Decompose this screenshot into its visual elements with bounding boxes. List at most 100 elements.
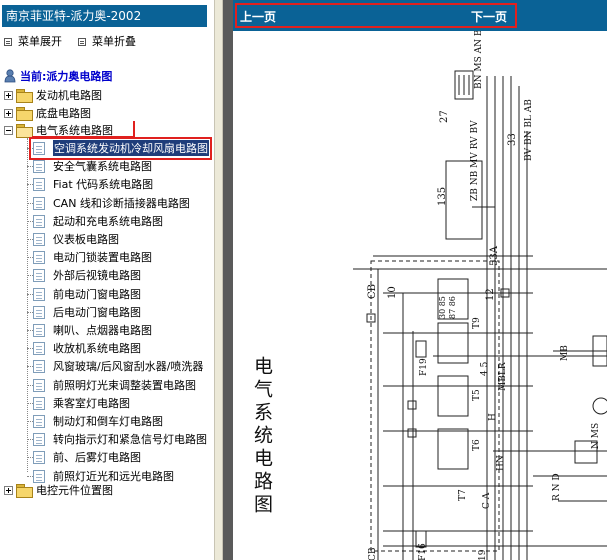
tree-leaf-label: 前电动门窗电路图 [53,288,141,301]
label-10: 10 [387,286,398,299]
app-title: 南京菲亚特-派力奥-2002 [6,9,142,23]
label-relay-top: 30 85 [438,296,447,319]
tree-leaf-item[interactable]: 外部后视镜电路图 [27,267,141,283]
tree-leaf-item[interactable]: 前电动门窗电路图 [27,286,141,302]
label-33: 33 [507,133,518,146]
label-rnd: R N D [552,473,562,501]
collapse-toggle-icon[interactable] [4,125,13,135]
document-icon [33,287,45,301]
menu-expand-button[interactable]: 菜单展开 [4,35,62,49]
tree-leaf-label: 起动和充电系统电路图 [53,215,163,228]
page-nav-bar: 上一页 下一页 [233,0,607,31]
tree-leaf-label: 仪表板电路图 [53,233,119,246]
label-t7: T7 [458,489,468,501]
menu-collapse-button[interactable]: 菜单折叠 [78,35,136,49]
tree-leaf-item[interactable]: 喇叭、点烟器电路图 [27,322,152,338]
document-icon [33,305,45,319]
relay-t6 [437,375,469,417]
wiring-diagram: 27 BN MS AN BL AB 33 BV BN BL AB 135 ZB … [353,7,607,560]
expand-toggle-icon[interactable] [4,485,13,495]
tree-node-label: 发动机电路图 [36,89,102,102]
document-icon [33,450,45,464]
document-icon [33,268,45,282]
label-wires-mid: ZB NB MV RV BV [470,120,480,201]
menu-collapse-label: 菜单折叠 [92,35,136,48]
tree-leaf-item[interactable]: Fiat 代码系统电路图 [27,176,154,192]
tree-leaf-item[interactable]: 前照明灯光束调整装置电路图 [27,377,196,393]
tree-leaf-item[interactable]: 风窗玻璃/后风窗刮水器/喷洗器 [27,358,204,374]
tree-node-controls[interactable]: 电控元件位置图 [4,482,113,498]
open-folder-icon [16,124,33,138]
tree-leaf-label: 收放机系统电路图 [53,342,141,355]
folder-icon [16,484,33,498]
tree-leaf-item[interactable]: 后电动门窗电路图 [27,304,141,320]
page-gutter [223,0,233,560]
tree-leaf-item[interactable]: 乘客室灯电路图 [27,395,130,411]
tree-root[interactable]: 当前:派力奥电路图 [4,68,112,84]
label-top-wires: BN MS AN BL AB [474,31,484,89]
label-relay-bot: 87 86 [448,296,457,319]
expand-toggle-icon[interactable] [4,108,13,118]
label-mb: MB [560,345,570,361]
label-mblr: MBLR [498,362,508,391]
tree-leaf-item[interactable]: 仪表板电路图 [27,231,119,247]
document-icon [33,250,45,264]
tree-leaf-label: 安全气囊系统电路图 [53,160,152,173]
tree-root-label: 当前:派力奥电路图 [20,70,113,83]
label-f16: F16 [418,543,428,560]
label-12: 12 [485,288,496,301]
tree-leaf-label: 外部后视镜电路图 [53,269,141,282]
expand-icon [4,38,12,46]
document-icon [33,341,45,355]
label-45: 4 5 [480,361,490,376]
label-wires-33: BV BN BL AB [524,99,534,161]
tree-leaf-label: 乘客室灯电路图 [53,397,130,410]
next-page-link[interactable]: 下一页 [471,8,507,25]
tree-leaf-label: CAN 线和诊断插接器电路图 [53,197,190,210]
tree-leaf-label: 制动灯和倒车灯电路图 [53,415,163,428]
ground-marker [407,428,417,438]
diagram-page: 电气系统电路图 27 BN MS AN BL AB 33 BV BN BL AB… [233,7,607,560]
menu-expand-label: 菜单展开 [18,35,62,48]
document-icon [33,378,45,392]
tree-leaf-label: 后电动门窗电路图 [53,306,141,319]
label-h: H [488,413,498,421]
relay-t7 [437,428,469,470]
tree-leaf-label: 前、后雾灯电路图 [53,451,141,464]
tree-leaf-label: 电动门锁装置电路图 [53,251,152,264]
tree-leaf-item[interactable]: 电动门锁装置电路图 [27,249,152,265]
tree-node-label: 底盘电路图 [36,107,91,120]
tree-node-chassis[interactable]: 底盘电路图 [4,105,91,121]
tree-leaf-item[interactable]: 起动和充电系统电路图 [27,213,163,229]
label-19: 19 [478,549,488,560]
tree-leaf-label: Fiat 代码系统电路图 [53,178,154,191]
tree-node-engine[interactable]: 发动机电路图 [4,87,102,103]
tree-leaf-item[interactable]: 转向指示灯和紧急信号灯电路图 [27,431,207,447]
tree-leaf-item[interactable]: 收放机系统电路图 [27,340,141,356]
document-icon [33,177,45,191]
label-t9: T9 [472,317,482,329]
prev-page-link[interactable]: 上一页 [240,8,276,25]
label-ca: C A [482,492,492,509]
content-pane: 上一页 下一页 电气系统电路图 27 BN MS AN BL AB 33 BV … [233,0,607,560]
document-icon [33,159,45,173]
tree-leaf-label: 前照明灯光束调整装置电路图 [53,379,196,392]
tree-leaf-item[interactable]: 安全气囊系统电路图 [27,158,152,174]
tree-leaf-item[interactable]: 前、后雾灯电路图 [27,449,141,465]
expand-toggle-icon[interactable] [4,90,13,100]
document-icon [33,232,45,246]
label-135: 135 [437,187,448,206]
pane-splitter[interactable] [214,0,223,560]
relay-t5 [437,322,469,364]
tree-leaf-label: 转向指示灯和紧急信号灯电路图 [53,433,207,446]
tree-leaf-item[interactable]: CAN 线和诊断插接器电路图 [27,195,190,211]
tree-leaf-label: 喇叭、点烟器电路图 [53,324,152,337]
fuse-f19 [415,340,427,358]
label-f19: F19 [419,358,429,376]
tree-leaf-label: 风窗玻璃/后风窗刮水器/喷洗器 [53,360,204,373]
document-icon [33,469,45,483]
label-cb: CB [367,284,378,299]
document-icon [33,214,45,228]
tree-leaf-item[interactable]: 制动灯和倒车灯电路图 [27,413,163,429]
label-27: 27 [439,110,450,123]
